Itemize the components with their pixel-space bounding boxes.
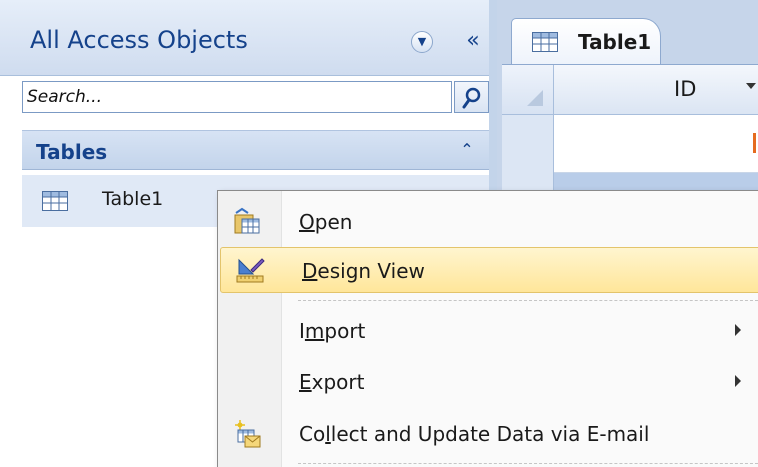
group-header-tables[interactable]: Tables ⌃ [22, 130, 489, 170]
search-input[interactable] [22, 81, 452, 113]
nav-pane-title[interactable]: All Access Objects [30, 26, 248, 54]
tab-table1[interactable]: Table1 [511, 18, 661, 64]
table-icon [532, 32, 558, 52]
menu-item-design-view[interactable]: Design View [220, 247, 758, 293]
menu-item-label: Collect and Update Data via E-mail [299, 422, 650, 446]
nav-item-label: Table1 [102, 188, 164, 210]
filter-dropdown-icon[interactable] [746, 83, 756, 89]
double-chevron-up-icon[interactable]: ⌃ [454, 137, 480, 163]
table-icon [42, 191, 68, 211]
menu-item-import[interactable]: Import [218, 308, 758, 354]
menu-item-label: Export [299, 370, 365, 394]
chevron-down-icon[interactable]: ▼ [411, 31, 433, 53]
menu-item-label: Design View [302, 259, 425, 283]
nav-pane-header[interactable]: All Access Objects ▼ « [0, 0, 489, 76]
context-menu: Open Design View Import Export Collect a… [217, 190, 758, 467]
tab-label: Table1 [578, 30, 652, 54]
menu-item-export[interactable]: Export [218, 359, 758, 405]
menu-item-open[interactable]: Open [218, 199, 758, 245]
submenu-arrow-icon [735, 324, 741, 336]
open-table-icon [234, 207, 260, 234]
column-header-id[interactable]: ID [554, 65, 758, 115]
shutter-bar-collapse-icon[interactable]: « [459, 27, 487, 57]
submenu-arrow-icon [735, 375, 741, 387]
menu-item-collect-data[interactable]: Collect and Update Data via E-mail [218, 411, 758, 457]
access-window: All Access Objects ▼ « Tables ⌃ [0, 0, 758, 467]
nav-search-bar [22, 81, 489, 113]
cell-value-marker [753, 133, 756, 153]
search-icon [462, 87, 481, 109]
design-view-icon [236, 258, 265, 283]
select-all-button[interactable] [502, 65, 554, 115]
column-header-label: ID [674, 77, 697, 101]
search-button[interactable] [454, 81, 489, 113]
group-label: Tables [36, 140, 108, 164]
table-row[interactable] [554, 115, 758, 173]
menu-separator [298, 300, 758, 301]
collect-data-email-icon [235, 420, 261, 448]
menu-item-label: Import [299, 319, 366, 343]
menu-item-label: Open [299, 210, 353, 234]
menu-separator [298, 463, 758, 464]
